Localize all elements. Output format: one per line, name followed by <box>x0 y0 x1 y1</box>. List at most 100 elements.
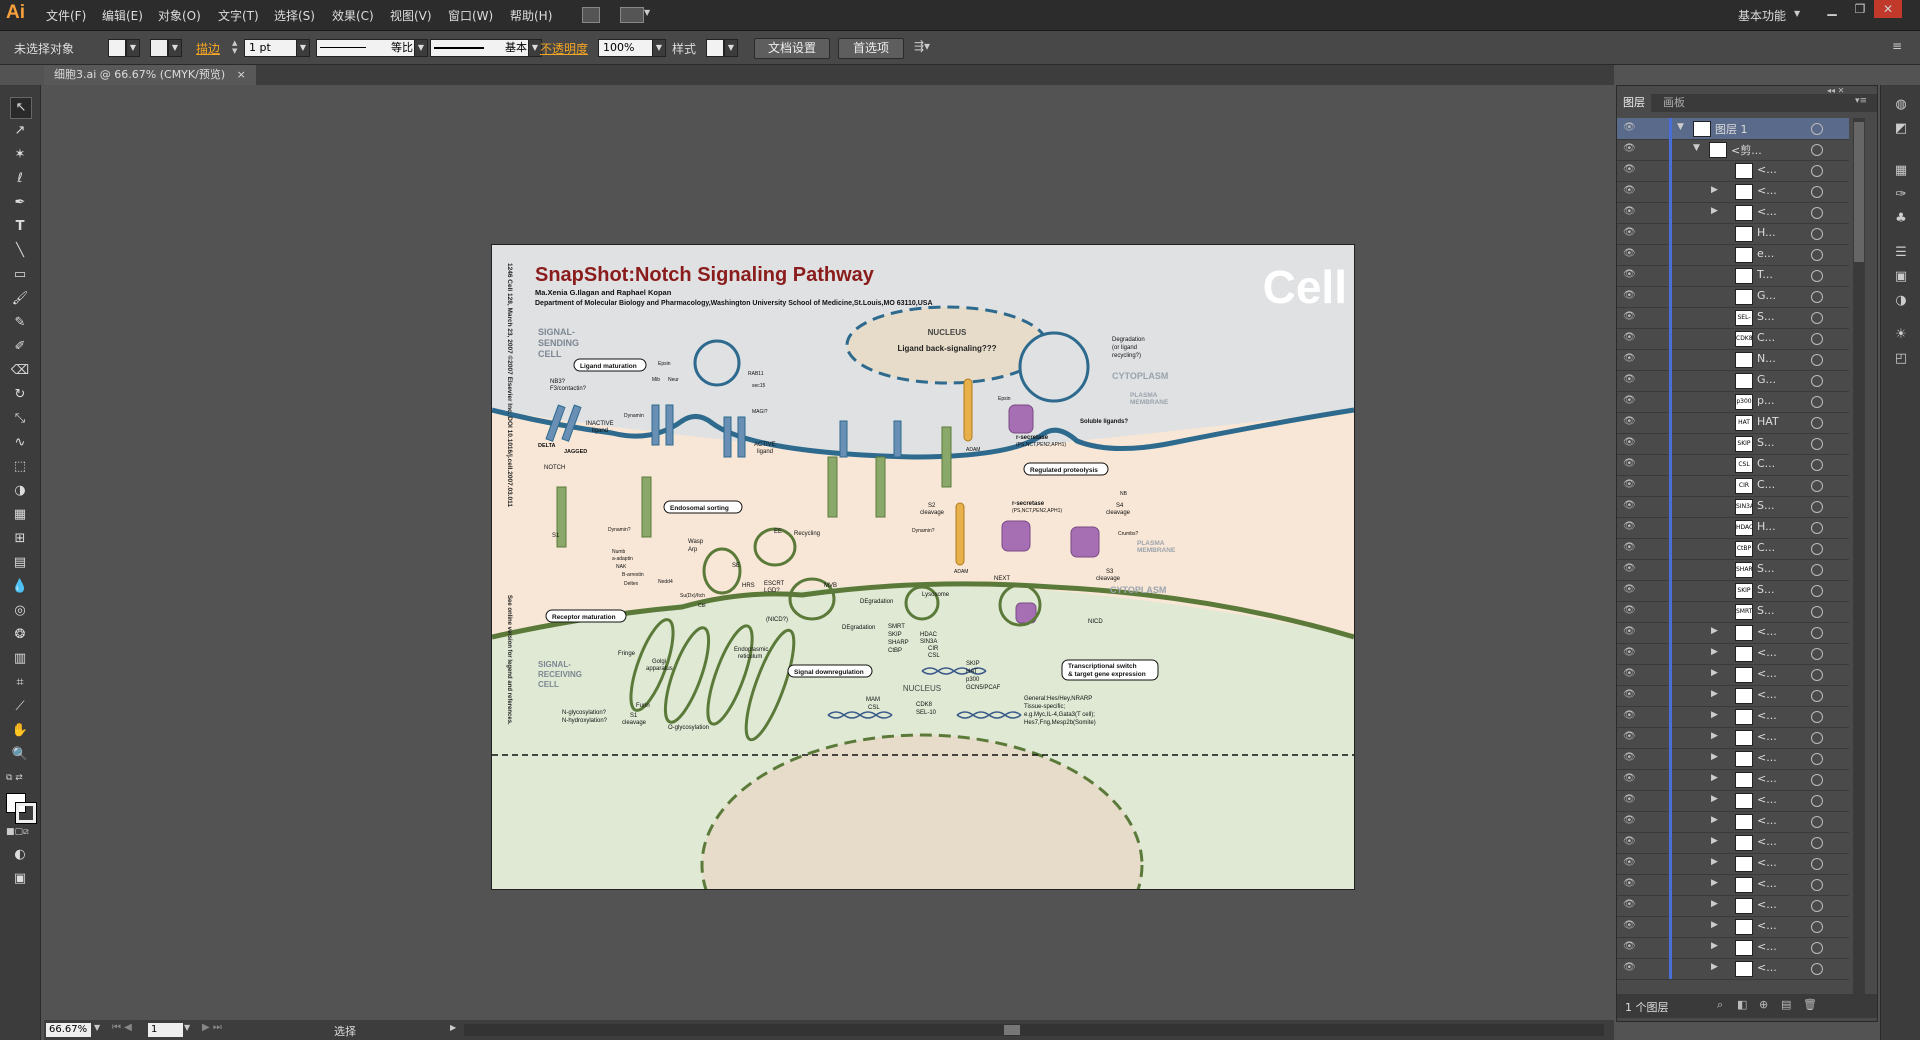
layer-name[interactable]: <... <box>1757 835 1777 848</box>
zoom-tool-icon[interactable]: 🔍 <box>10 745 30 765</box>
graphic-style-swatch[interactable] <box>706 39 724 57</box>
target-circle-icon[interactable] <box>1811 438 1823 450</box>
make-clipping-mask-icon[interactable]: ◧ <box>1737 998 1747 1011</box>
visibility-eye-icon[interactable]: 👁 <box>1623 143 1637 155</box>
artboard-dropdown-icon[interactable]: ▼ <box>184 1023 190 1032</box>
delete-layer-icon[interactable]: 🗑 <box>1803 998 1817 1011</box>
gradient-panel-icon[interactable]: ▣ <box>1891 267 1911 287</box>
menu-window[interactable]: 窗口(W) <box>448 7 493 24</box>
layer-row[interactable]: 👁 ▶ <... <box>1617 622 1849 644</box>
stroke-swatch[interactable] <box>150 39 168 57</box>
layer-name[interactable]: N... <box>1757 352 1776 365</box>
target-circle-icon[interactable] <box>1811 291 1823 303</box>
artboard-tool-icon[interactable]: ⌗ <box>10 673 30 693</box>
layer-row[interactable]: 👁 <... <box>1617 160 1849 182</box>
target-circle-icon[interactable] <box>1811 690 1823 702</box>
default-colors-icon[interactable]: ⧉ ⇄ <box>6 773 23 783</box>
opacity-dropdown-icon[interactable]: ▼ <box>652 39 666 57</box>
layer-name[interactable]: C... <box>1757 478 1775 491</box>
collapse-triangle-icon[interactable]: ▶ <box>1711 185 1718 195</box>
blob-brush-tool-icon[interactable]: ✐ <box>10 337 30 357</box>
target-circle-icon[interactable] <box>1811 648 1823 660</box>
visibility-eye-icon[interactable]: 👁 <box>1623 626 1637 638</box>
tab-artboards[interactable]: 画板 <box>1657 94 1691 112</box>
slice-tool-icon[interactable]: ⟋ <box>10 697 30 717</box>
layer-row[interactable]: 👁 ▶ <... <box>1617 895 1849 917</box>
color-guide-icon[interactable]: ◩ <box>1891 119 1911 139</box>
layer-name[interactable]: <... <box>1757 898 1777 911</box>
collapse-triangle-icon[interactable]: ▶ <box>1711 689 1718 699</box>
next-artboard-icon[interactable]: ▶ ⏭ <box>202 1022 222 1033</box>
layer-name[interactable]: HAT <box>1757 415 1779 428</box>
layer-row[interactable]: 👁 HDAC H... <box>1617 517 1849 539</box>
collapse-triangle-icon[interactable]: ▶ <box>1711 920 1718 930</box>
visibility-eye-icon[interactable]: 👁 <box>1623 458 1637 470</box>
visibility-eye-icon[interactable]: 👁 <box>1623 563 1637 575</box>
visibility-eye-icon[interactable]: 👁 <box>1623 269 1637 281</box>
fill-dropdown-icon[interactable]: ▼ <box>126 39 140 57</box>
visibility-eye-icon[interactable]: 👁 <box>1623 479 1637 491</box>
layer-row[interactable]: 👁 ▶ <... <box>1617 643 1849 665</box>
hand-tool-icon[interactable]: ✋ <box>10 721 30 741</box>
layer-row[interactable]: 👁 ▼ <剪... <box>1617 139 1849 161</box>
layer-name[interactable]: C... <box>1757 331 1775 344</box>
target-circle-icon[interactable] <box>1811 858 1823 870</box>
layer-row[interactable]: 👁 SMRT S... <box>1617 601 1849 623</box>
layer-row[interactable]: 👁 p300 p... <box>1617 391 1849 413</box>
line-tool-icon[interactable]: ╲ <box>10 241 30 261</box>
layer-row[interactable]: 👁 ▶ <... <box>1617 853 1849 875</box>
visibility-eye-icon[interactable]: 👁 <box>1623 647 1637 659</box>
zoom-input[interactable]: 66.67% <box>46 1023 91 1037</box>
visibility-eye-icon[interactable]: 👁 <box>1623 206 1637 218</box>
appearance-panel-icon[interactable]: ☀ <box>1891 325 1911 345</box>
restore-icon[interactable]: ❐ <box>1846 0 1874 18</box>
workspace-switcher[interactable]: 基本功能 <box>1738 7 1786 24</box>
menu-file[interactable]: 文件(F) <box>46 7 86 24</box>
rotate-tool-icon[interactable]: ↻ <box>10 385 30 405</box>
rectangle-tool-icon[interactable]: ▭ <box>10 265 30 285</box>
visibility-eye-icon[interactable]: 👁 <box>1623 521 1637 533</box>
visibility-eye-icon[interactable]: 👁 <box>1623 689 1637 701</box>
visibility-eye-icon[interactable]: 👁 <box>1623 752 1637 764</box>
visibility-eye-icon[interactable]: 👁 <box>1623 332 1637 344</box>
layer-row[interactable]: 👁 ▼ 图层 1 <box>1617 118 1849 140</box>
visibility-eye-icon[interactable]: 👁 <box>1623 437 1637 449</box>
visibility-eye-icon[interactable]: 👁 <box>1623 164 1637 176</box>
visibility-eye-icon[interactable]: 👁 <box>1623 395 1637 407</box>
type-tool-icon[interactable]: T <box>10 217 30 237</box>
layer-name[interactable]: S... <box>1757 604 1774 617</box>
layer-row[interactable]: 👁 SKIP S... <box>1617 433 1849 455</box>
color-mode-icons[interactable]: ■▢⧄ <box>6 827 29 837</box>
target-circle-icon[interactable] <box>1811 753 1823 765</box>
layer-name[interactable]: G... <box>1757 373 1776 386</box>
fill-swatch[interactable] <box>108 39 126 57</box>
target-circle-icon[interactable] <box>1811 522 1823 534</box>
visibility-eye-icon[interactable]: 👁 <box>1623 857 1637 869</box>
layer-name[interactable]: H... <box>1757 520 1776 533</box>
layer-name[interactable]: <... <box>1757 919 1777 932</box>
artboard[interactable]: NUCLEUS Ligand back-signaling??? SnapSho… <box>491 244 1355 997</box>
collapse-triangle-icon[interactable]: ▶ <box>1711 857 1718 867</box>
menu-effect[interactable]: 效果(C) <box>332 7 374 24</box>
layer-row[interactable]: 👁 ▶ <... <box>1617 769 1849 791</box>
target-circle-icon[interactable] <box>1811 606 1823 618</box>
layer-row[interactable]: 👁 SKIP S... <box>1617 580 1849 602</box>
target-circle-icon[interactable] <box>1811 165 1823 177</box>
layer-name[interactable]: <... <box>1757 709 1777 722</box>
warp-tool-icon[interactable]: ∿ <box>10 433 30 453</box>
swatches-panel-icon[interactable]: ▦ <box>1891 161 1911 181</box>
layer-name[interactable]: <... <box>1757 625 1777 638</box>
visibility-eye-icon[interactable]: 👁 <box>1623 185 1637 197</box>
collapse-triangle-icon[interactable]: ▶ <box>1711 731 1718 741</box>
pencil-tool-icon[interactable]: ✎ <box>10 313 30 333</box>
target-circle-icon[interactable] <box>1811 837 1823 849</box>
layer-row[interactable]: 👁 SHARP S... <box>1617 559 1849 581</box>
target-circle-icon[interactable] <box>1811 123 1823 135</box>
layer-row[interactable]: 👁 ▶ <... <box>1617 181 1849 203</box>
layer-name[interactable]: <... <box>1757 856 1777 869</box>
zoom-dropdown-icon[interactable]: ▼ <box>94 1023 100 1032</box>
opacity-input[interactable]: 100% <box>598 39 654 57</box>
expand-triangle-icon[interactable]: ▼ <box>1677 122 1684 132</box>
preferences-button[interactable]: 首选项 <box>838 38 904 59</box>
profile-dropdown-icon[interactable]: ▼ <box>414 39 428 57</box>
